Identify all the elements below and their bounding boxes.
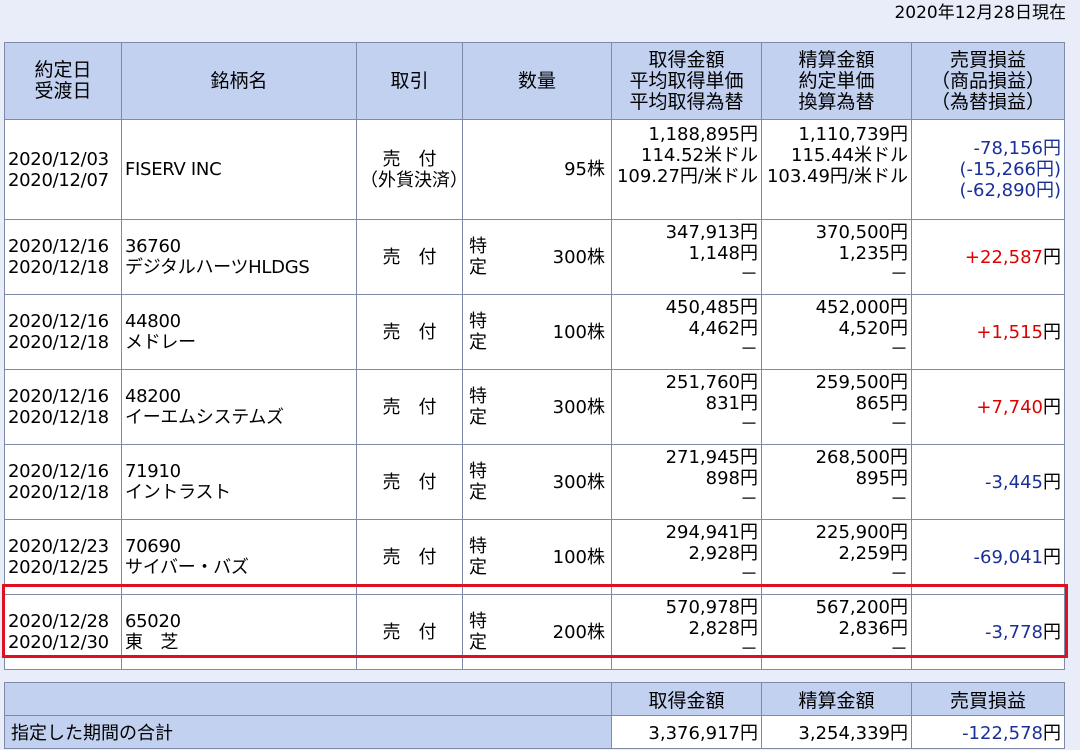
stock-name-link[interactable]: イーエムシステムズ (125, 407, 353, 428)
acquisition-cell: 294,941円 2,928円 － (611, 519, 762, 595)
trade-type-cell: 売 付 (356, 369, 463, 445)
stock-name-link[interactable]: 東 芝 (125, 632, 353, 653)
date-cell: 2020/12/23 2020/12/25 (4, 519, 122, 595)
profit-loss-cell: -3,778円 (911, 594, 1065, 670)
profit-loss-cell: -3,445円 (911, 444, 1065, 520)
settlement-cell: 225,900円 2,259円 － (761, 519, 912, 595)
header-trade: 取引 (356, 42, 463, 120)
summary-header-blank (4, 682, 612, 716)
settlement-cell: 1,110,739円 115.44米ドル 103.49円/米ドル (761, 119, 912, 220)
table-row: 2020/12/23 2020/12/25 70690 サイバー・バズ 売 付 … (4, 519, 1065, 595)
summary-header-pl: 売買損益 (911, 682, 1065, 716)
profit-loss-cell: +7,740円 (911, 369, 1065, 445)
stock-name-link[interactable]: サイバー・バズ (125, 557, 353, 578)
quantity-cell: 95株 (462, 119, 612, 220)
stock-code: 36760 (125, 236, 181, 257)
header-quantity: 数量 (462, 42, 612, 120)
stock-name-link[interactable]: イントラスト (125, 482, 353, 503)
stock-code: 48200 (125, 386, 181, 407)
acquisition-cell: 251,760円 831円 － (611, 369, 762, 445)
quantity-cell: 特定 100株 (462, 519, 612, 595)
table-header-row: 約定日 受渡日 銘柄名 取引 数量 取得金額 平均取得単価 平均取得為替 精算金… (4, 42, 1065, 120)
settlement-cell: 567,200円 2,836円 － (761, 594, 912, 670)
acquisition-cell: 1,188,895円 114.52米ドル 109.27円/米ドル (611, 119, 762, 220)
table-row: 2020/12/03 2020/12/07 FISERV INC 売 付 （外貨… (4, 119, 1065, 220)
stock-name-cell: 65020 東 芝 (121, 594, 357, 670)
profit-loss-cell: -78,156円 (-15,266円) (-62,890円) (911, 119, 1065, 220)
date-cell: 2020/12/03 2020/12/07 (4, 119, 122, 220)
stock-code: 70690 (125, 536, 181, 557)
quantity-cell: 特定 200株 (462, 594, 612, 670)
trade-type-cell: 売 付 (356, 294, 463, 370)
table-row: 2020/12/16 2020/12/18 36760 デジタルハーツHLDGS… (4, 219, 1065, 295)
profit-loss-cell: -69,041円 (911, 519, 1065, 595)
stock-code: 71910 (125, 461, 181, 482)
table-row: 2020/12/16 2020/12/18 44800 メドレー 売 付 特定 … (4, 294, 1065, 370)
quantity-cell: 特定 300株 (462, 444, 612, 520)
summary-settlement: 3,254,339円 (761, 715, 912, 749)
trade-type-cell: 売 付 (356, 219, 463, 295)
acquisition-cell: 347,913円 1,148円 － (611, 219, 762, 295)
summary-header-row: 取得金額 精算金額 売買損益 (4, 682, 1065, 716)
header-date: 約定日 受渡日 (4, 42, 122, 120)
summary-acquisition: 3,376,917円 (611, 715, 762, 749)
header-pl: 売買損益 （商品損益） （為替損益） (911, 42, 1065, 120)
summary-row: 指定した期間の合計 3,376,917円 3,254,339円 -122,578… (4, 715, 1065, 749)
profit-loss-cell: +1,515円 (911, 294, 1065, 370)
stock-name-cell: 44800 メドレー (121, 294, 357, 370)
stock-name-cell: 71910 イントラスト (121, 444, 357, 520)
settlement-cell: 268,500円 895円 － (761, 444, 912, 520)
stock-name-link[interactable]: FISERV INC (125, 159, 353, 180)
header-settlement: 精算金額 約定単価 換算為替 (761, 42, 912, 120)
summary-header-settlement: 精算金額 (761, 682, 912, 716)
trade-type-cell: 売 付 (356, 444, 463, 520)
stock-name-cell: FISERV INC (121, 119, 357, 220)
header-acquisition: 取得金額 平均取得単価 平均取得為替 (611, 42, 762, 120)
summary-table: 取得金額 精算金額 売買損益 指定した期間の合計 3,376,917円 3,25… (4, 682, 1065, 749)
trade-type-cell: 売 付 (356, 594, 463, 670)
settlement-cell: 370,500円 1,235円 － (761, 219, 912, 295)
profit-loss-cell: +22,587円 (911, 219, 1065, 295)
stock-code: 44800 (125, 311, 181, 332)
acquisition-cell: 271,945円 898円 － (611, 444, 762, 520)
trade-type-cell: 売 付 （外貨決済） (356, 119, 463, 220)
trade-type-cell: 売 付 (356, 519, 463, 595)
stock-name-cell: 70690 サイバー・バズ (121, 519, 357, 595)
quantity-cell: 特定 300株 (462, 369, 612, 445)
stock-code: 65020 (125, 611, 181, 632)
settlement-cell: 452,000円 4,520円 － (761, 294, 912, 370)
date-cell: 2020/12/16 2020/12/18 (4, 444, 122, 520)
summary-header-acquisition: 取得金額 (611, 682, 762, 716)
table-row: 2020/12/16 2020/12/18 71910 イントラスト 売 付 特… (4, 444, 1065, 520)
date-cell: 2020/12/16 2020/12/18 (4, 219, 122, 295)
quantity-cell: 特定 100株 (462, 294, 612, 370)
acquisition-cell: 570,978円 2,828円 － (611, 594, 762, 670)
trade-history-table: 約定日 受渡日 銘柄名 取引 数量 取得金額 平均取得単価 平均取得為替 精算金… (4, 42, 1065, 670)
stock-name-link[interactable]: デジタルハーツHLDGS (125, 257, 353, 278)
summary-pl: -122,578円 (911, 715, 1065, 749)
table-row-highlighted: 2020/12/28 2020/12/30 65020 東 芝 売 付 特定 2… (4, 594, 1065, 670)
stock-name-link[interactable]: メドレー (125, 332, 353, 353)
acquisition-cell: 450,485円 4,462円 － (611, 294, 762, 370)
header-name: 銘柄名 (121, 42, 357, 120)
summary-label: 指定した期間の合計 (4, 715, 612, 749)
date-cell: 2020/12/28 2020/12/30 (4, 594, 122, 670)
date-cell: 2020/12/16 2020/12/18 (4, 294, 122, 370)
date-cell: 2020/12/16 2020/12/18 (4, 369, 122, 445)
stock-name-cell: 48200 イーエムシステムズ (121, 369, 357, 445)
table-row: 2020/12/16 2020/12/18 48200 イーエムシステムズ 売 … (4, 369, 1065, 445)
settlement-cell: 259,500円 865円 － (761, 369, 912, 445)
as-of-date: 2020年12月28日現在 (894, 3, 1066, 23)
stock-name-cell: 36760 デジタルハーツHLDGS (121, 219, 357, 295)
quantity-cell: 特定 300株 (462, 219, 612, 295)
